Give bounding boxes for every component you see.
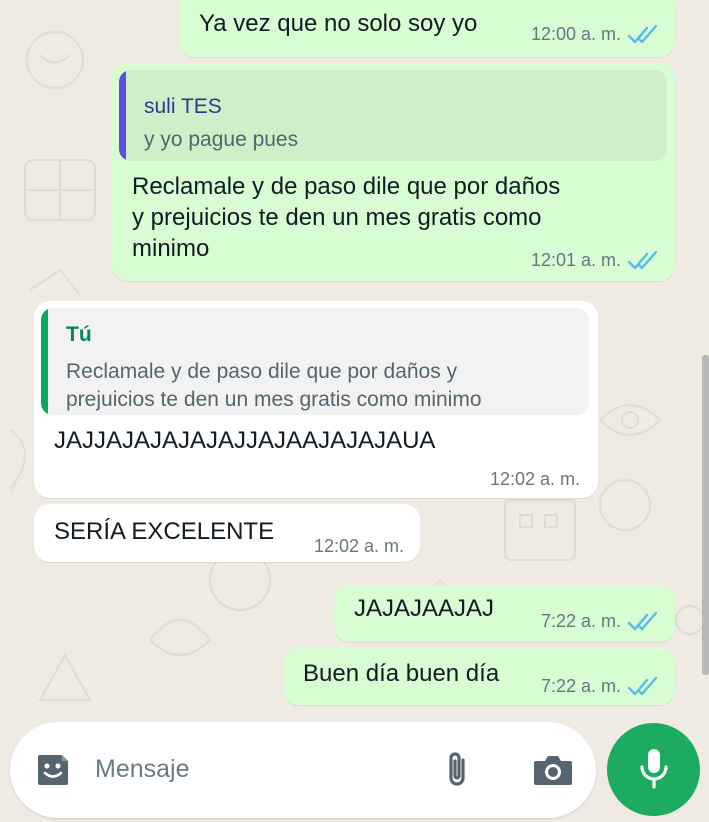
- message-time: 12:02 a. m.: [313, 536, 404, 556]
- message-meta: 12:00 a. m.: [531, 24, 659, 45]
- message-bubble-incoming[interactable]: SERÍA EXCELENTE 12:02 a. m.: [34, 504, 420, 562]
- double-check-read-icon: [627, 24, 658, 43]
- message-text-line: y prejuicios te den un mes gratis como: [132, 204, 542, 231]
- message-meta: 12:02 a. m.: [490, 469, 580, 490]
- message-text: SERÍA EXCELENTE: [54, 518, 275, 545]
- sticker-icon[interactable]: [34, 751, 72, 789]
- quote-author: suli TES: [144, 95, 222, 118]
- double-check-read-icon: [627, 611, 658, 630]
- message-text: Ya vez que no solo soy yo: [199, 10, 478, 37]
- message-meta: 7:22 a. m.: [541, 676, 659, 697]
- message-time: 12:02 a. m.: [489, 469, 580, 489]
- quoted-message[interactable]: suli TES y yo pague pues: [119, 70, 667, 161]
- message-text: JAJAJAAJAJ: [354, 595, 495, 622]
- quote-bar: [41, 308, 48, 415]
- message-meta: 12:01 a. m.: [531, 250, 659, 271]
- message-time: 7:22 a. m.: [540, 676, 621, 696]
- quote-bar: [119, 70, 126, 161]
- microphone-icon: [640, 749, 668, 789]
- camera-icon[interactable]: [532, 752, 574, 788]
- message-composer[interactable]: Mensaje: [10, 722, 596, 818]
- message-text-line: Reclamale y de paso dile que por daños: [132, 173, 561, 200]
- message-bubble-outgoing[interactable]: JAJAJAAJAJ 7:22 a. m.: [334, 585, 675, 642]
- message-bubble-incoming-reply[interactable]: Tú Reclamale y de paso dile que por daño…: [34, 301, 598, 498]
- message-input[interactable]: Mensaje: [95, 755, 190, 784]
- message-bubble-outgoing-reply[interactable]: suli TES y yo pague pues Reclamale y de …: [112, 63, 675, 281]
- message-time: 7:22 a. m.: [540, 611, 621, 631]
- message-time: 12:01 a. m.: [530, 250, 621, 270]
- message-time: 12:00 a. m.: [530, 24, 621, 44]
- paperclip-icon[interactable]: [443, 750, 471, 790]
- message-text-line: minimo: [132, 235, 210, 262]
- message-meta: 7:22 a. m.: [541, 611, 659, 632]
- double-check-read-icon: [627, 676, 658, 695]
- quote-text-line: prejuicios te den un mes gratis como min…: [66, 388, 482, 411]
- quoted-message[interactable]: Tú Reclamale y de paso dile que por daño…: [41, 308, 589, 415]
- message-text: Buen día buen día: [303, 660, 500, 687]
- message-bubble-outgoing[interactable]: Buen día buen día 7:22 a. m.: [283, 648, 675, 705]
- message-meta: 12:02 a. m.: [314, 536, 404, 557]
- message-bubble-outgoing[interactable]: Ya vez que no solo soy yo 12:00 a. m.: [179, 0, 675, 57]
- quote-text: y yo pague pues: [144, 128, 299, 151]
- quote-text-line: Reclamale y de paso dile que por daños y: [66, 360, 458, 383]
- voice-record-button[interactable]: [607, 723, 700, 816]
- quote-author: Tú: [66, 323, 92, 346]
- double-check-read-icon: [627, 250, 658, 269]
- scrollbar[interactable]: [702, 355, 709, 675]
- message-text: JAJJAJAJAJAJAJJAJAAJAJAJAUA: [54, 427, 436, 454]
